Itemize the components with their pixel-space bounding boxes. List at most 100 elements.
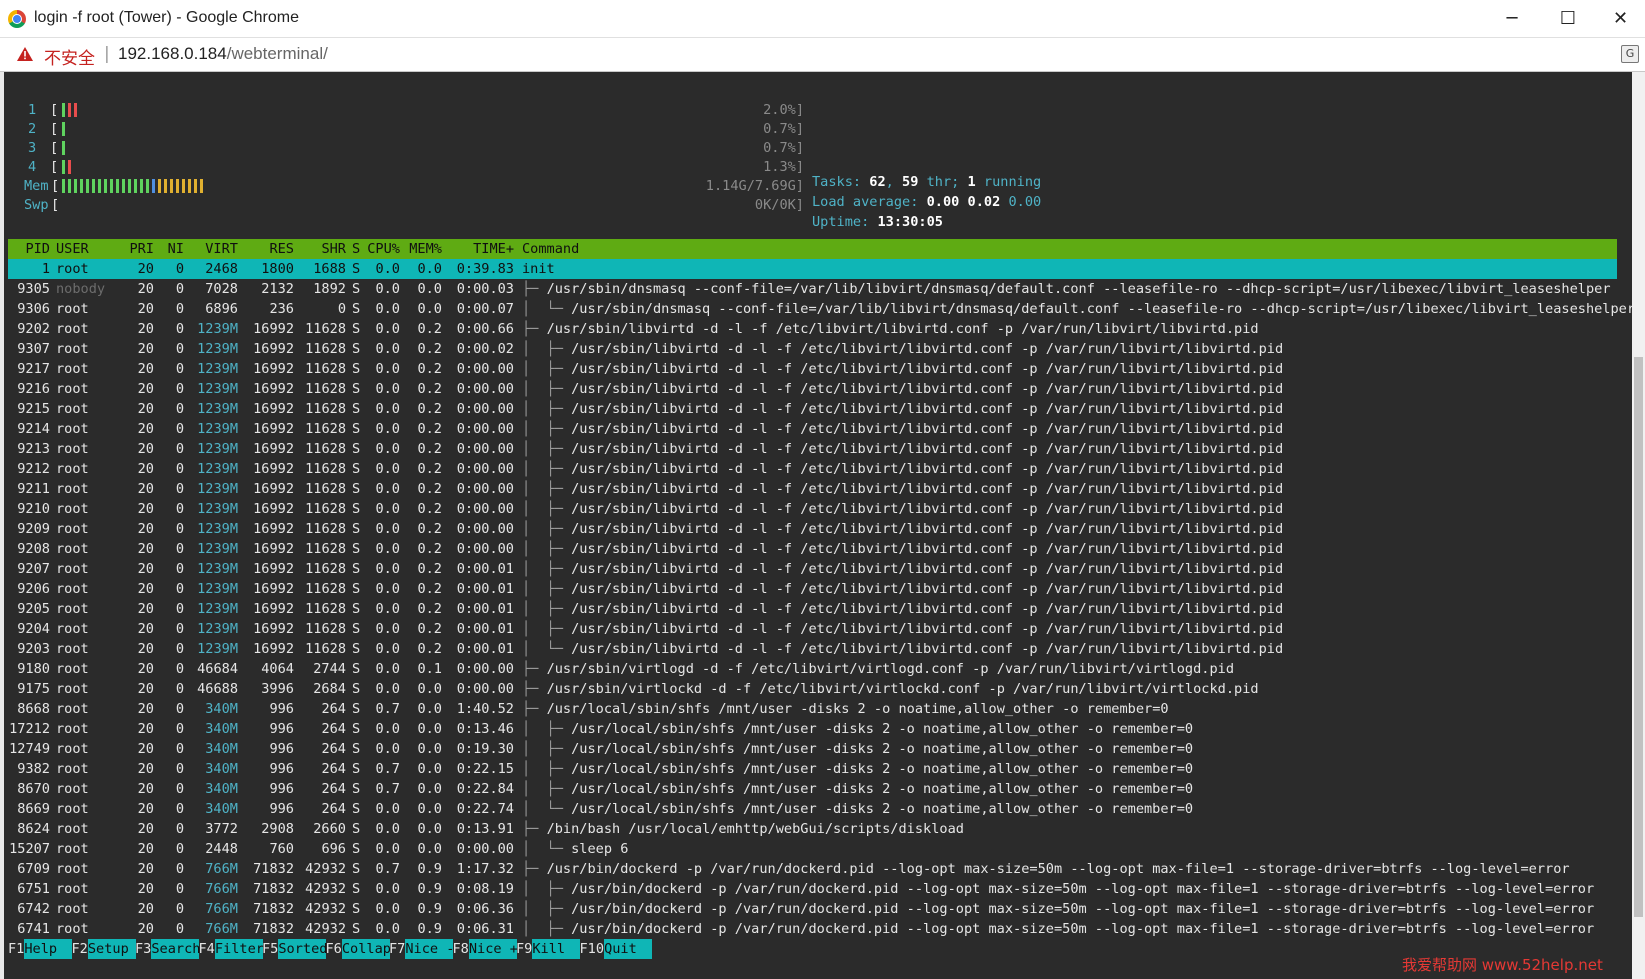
fkey-sorted-button[interactable]: F5Sorted — [262, 939, 327, 959]
cell-virt: 46684 — [197, 661, 238, 677]
maximize-button[interactable]: ☐ — [1540, 0, 1596, 38]
col-ni[interactable]: NI — [158, 239, 184, 259]
process-row[interactable]: 9212 root 20 0 1239M 16992 11628 S 0.0 0.2 0:00.00… — [8, 459, 1617, 479]
process-row[interactable]: 8669 root 20 0 340M 996 264 S 0.0 0.0 0:22.74 │ └─ … — [8, 799, 1617, 819]
process-row[interactable]: 9382 root 20 0 340M 996 264 S 0.7 0.0 0:22.15 │ ├─ … — [8, 759, 1617, 779]
process-row[interactable]: 6709 root 20 0 766M 71832 42932 S 0.7 0.9 1:17.32 ├… — [8, 859, 1617, 879]
process-list[interactable]: 1 root 20 0 2468 1800 1688 S 0.0 0.0 0:39.83 init 93… — [8, 259, 1635, 939]
col-user[interactable]: USER — [56, 239, 89, 259]
process-row[interactable]: 12749 root 20 0 340M 996 264 S 0.0 0.0 0:19.30 │ ├─… — [8, 739, 1617, 759]
process-row[interactable]: 9175 root 20 0 46688 3996 2684 S 0.0 0.0 0:00.00 ├─… — [8, 679, 1617, 699]
process-row[interactable]: 6751 root 20 0 766M 71832 42932 S 0.0 0.9 0:08.19 │… — [8, 879, 1617, 899]
col-command[interactable]: Command — [522, 239, 579, 259]
process-row[interactable]: 9215 root 20 0 1239M 16992 11628 S 0.0 0.2 0:00.00… — [8, 399, 1617, 419]
process-row[interactable]: 9305 nobody 20 0 7028 2132 1892 S 0.0 0.0 0:00.03 ├… — [8, 279, 1617, 299]
process-row[interactable]: 9214 root 20 0 1239M 16992 11628 S 0.0 0.2 0:00.00… — [8, 419, 1617, 439]
fkey-kill-button[interactable]: F9Kill — [516, 939, 581, 959]
scrollbar[interactable] — [1632, 72, 1645, 979]
process-row[interactable]: 9202 root 20 0 1239M 16992 11628 S 0.0 0.2 0:00.66… — [8, 319, 1617, 339]
cell-pid: 8668 — [17, 701, 50, 717]
fkey-nice-button[interactable]: F7Nice - — [389, 939, 454, 959]
command-cell: ├─ /usr/bin/dockerd -p /var/run/dockerd.… — [522, 859, 1570, 879]
fkey-nice-button[interactable]: F8Nice + — [453, 939, 518, 959]
command-cell: │ ├─ /usr/sbin/libvirtd -d -l -f /etc/li… — [522, 399, 1283, 419]
process-row[interactable]: 9209 root 20 0 1239M 16992 11628 S 0.0 0.2 0:00.00… — [8, 519, 1617, 539]
col-virt[interactable]: VIRT — [188, 239, 238, 259]
cell-cpu: 0.0 — [375, 461, 400, 477]
process-row[interactable]: 8668 root 20 0 340M 996 264 S 0.7 0.0 1:40.52 ├─ /u… — [8, 699, 1617, 719]
col-pri[interactable]: PRI — [122, 239, 154, 259]
process-row[interactable]: 9206 root 20 0 1239M 16992 11628 S 0.0 0.2 0:00.01… — [8, 579, 1617, 599]
col-cpu[interactable]: CPU% — [366, 239, 400, 259]
process-row[interactable]: 6742 root 20 0 766M 71832 42932 S 0.0 0.9 0:06.36 │… — [8, 899, 1617, 919]
process-row[interactable]: 9307 root 20 0 1239M 16992 11628 S 0.0 0.2 0:00.02… — [8, 339, 1617, 359]
command-cell: │ ├─ /usr/sbin/libvirtd -d -l -f /etc/li… — [522, 459, 1283, 479]
scrollbar-thumb[interactable] — [1634, 357, 1643, 917]
cell-mem: 0.9 — [417, 881, 442, 897]
thread-count: 59 — [902, 174, 919, 190]
command-cell: │ └─ /usr/local/sbin/shfs /mnt/user -dis… — [522, 799, 1193, 819]
process-row[interactable]: 9216 root 20 0 1239M 16992 11628 S 0.0 0.2 0:00.00… — [8, 379, 1617, 399]
process-row[interactable]: 9205 root 20 0 1239M 16992 11628 S 0.0 0.2 0:00.01… — [8, 599, 1617, 619]
col-pid[interactable]: PID — [8, 239, 50, 259]
meter-segment — [140, 179, 143, 193]
meter-segment — [128, 179, 131, 193]
address-bar[interactable]: 不安全 | 192.168.0.184/webterminal/ G — [0, 38, 1645, 72]
process-row[interactable]: 9217 root 20 0 1239M 16992 11628 S 0.0 0.2 0:00.00… — [8, 359, 1617, 379]
cell-res: 71832 — [253, 881, 294, 897]
meter-label: 1 — [28, 102, 37, 118]
cell-s: S — [352, 861, 361, 877]
cell-time: 0:22.74 — [456, 801, 514, 817]
process-row[interactable]: 15207 root 20 0 2448 760 696 S 0.0 0.0 0:00.00 │ └─… — [8, 839, 1617, 859]
col-shr[interactable]: SHR — [296, 239, 346, 259]
fkey-filter-button[interactable]: F4Filter — [199, 939, 264, 959]
fkey-collap-button[interactable]: F6Collap — [326, 939, 391, 959]
meter-label: Mem — [24, 178, 49, 194]
col-res[interactable]: RES — [242, 239, 294, 259]
fkey-help-button[interactable]: F1Help — [8, 939, 73, 959]
cell-mem: 0.2 — [417, 481, 442, 497]
fkey-quit-button[interactable]: F10Quit — [580, 939, 653, 959]
process-row[interactable]: 9204 root 20 0 1239M 16992 11628 S 0.0 0.2 0:00.01… — [8, 619, 1617, 639]
tree-branch: │ ├─ — [522, 521, 572, 537]
cell-command: /usr/sbin/libvirtd -d -l -f /etc/libvirt… — [571, 481, 1284, 497]
process-row[interactable]: 9210 root 20 0 1239M 16992 11628 S 0.0 0.2 0:00.00… — [8, 499, 1617, 519]
process-row-selected[interactable]: 1 root 20 0 2468 1800 1688 S 0.0 0.0 0:39.83 init — [8, 259, 1617, 279]
cell-time: 0:39.83 — [456, 261, 514, 277]
process-row[interactable]: 9211 root 20 0 1239M 16992 11628 S 0.0 0.2 0:00.00… — [8, 479, 1617, 499]
cell-pid: 6742 — [17, 901, 50, 917]
fkey-search-button[interactable]: F3Search — [135, 939, 200, 959]
cell-user: root — [56, 681, 89, 697]
col-mem[interactable]: MEM% — [404, 239, 442, 259]
meter-label: 3 — [28, 140, 37, 156]
process-row[interactable]: 6741 root 20 0 766M 71832 42932 S 0.0 0.9 0:06.31 │… — [8, 919, 1617, 939]
process-row[interactable]: 9213 root 20 0 1239M 16992 11628 S 0.0 0.2 0:00.00… — [8, 439, 1617, 459]
process-table-header[interactable]: PID USER PRI NI VIRT RES SHR S CPU% MEM%… — [8, 239, 1617, 259]
process-row[interactable]: 8624 root 20 0 3772 2908 2660 S 0.0 0.0 0:13.91 ├─ … — [8, 819, 1617, 839]
url-text[interactable]: 192.168.0.184/webterminal/ — [118, 44, 328, 64]
cell-command: /usr/sbin/libvirtd -d -l -f /etc/libvirt… — [571, 401, 1284, 417]
security-label[interactable]: 不安全 — [44, 44, 95, 69]
cell-mem: 0.0 — [417, 821, 442, 837]
translate-icon[interactable]: G — [1621, 45, 1639, 63]
process-row[interactable]: 9180 root 20 0 46684 4064 2744 S 0.0 0.1 0:00.00 ├─… — [8, 659, 1617, 679]
col-time[interactable]: TIME+ — [444, 239, 514, 259]
process-row[interactable]: 17212 root 20 0 340M 996 264 S 0.0 0.0 0:13.46 │ ├─… — [8, 719, 1617, 739]
fkey-setup-button[interactable]: F2Setup — [72, 939, 136, 959]
cell-ni: 0 — [175, 921, 184, 937]
warning-icon[interactable] — [16, 46, 34, 62]
process-row[interactable]: 8670 root 20 0 340M 996 264 S 0.7 0.0 0:22.84 │ ├─ … — [8, 779, 1617, 799]
col-state[interactable]: S — [352, 239, 360, 259]
minimize-button[interactable]: ─ — [1484, 0, 1540, 38]
cell-shr: 11628 — [305, 601, 346, 617]
cell-time: 0:00.03 — [456, 281, 514, 297]
process-row[interactable]: 9208 root 20 0 1239M 16992 11628 S 0.0 0.2 0:00.00… — [8, 539, 1617, 559]
cell-cpu: 0.0 — [375, 261, 400, 277]
process-row[interactable]: 9306 root 20 0 6896 236 0 S 0.0 0.0 0:00.07 │ └─ /u… — [8, 299, 1635, 319]
close-button[interactable]: ✕ — [1596, 0, 1645, 38]
process-row[interactable]: 9207 root 20 0 1239M 16992 11628 S 0.0 0.2 0:00.01… — [8, 559, 1617, 579]
cell-command: /bin/bash /usr/local/emhttp/webGui/scrip… — [546, 821, 964, 837]
process-row[interactable]: 9203 root 20 0 1239M 16992 11628 S 0.0 0.2 0:00.01… — [8, 639, 1617, 659]
cell-time: 0:00.00 — [456, 441, 514, 457]
cell-mem: 0.2 — [417, 421, 442, 437]
